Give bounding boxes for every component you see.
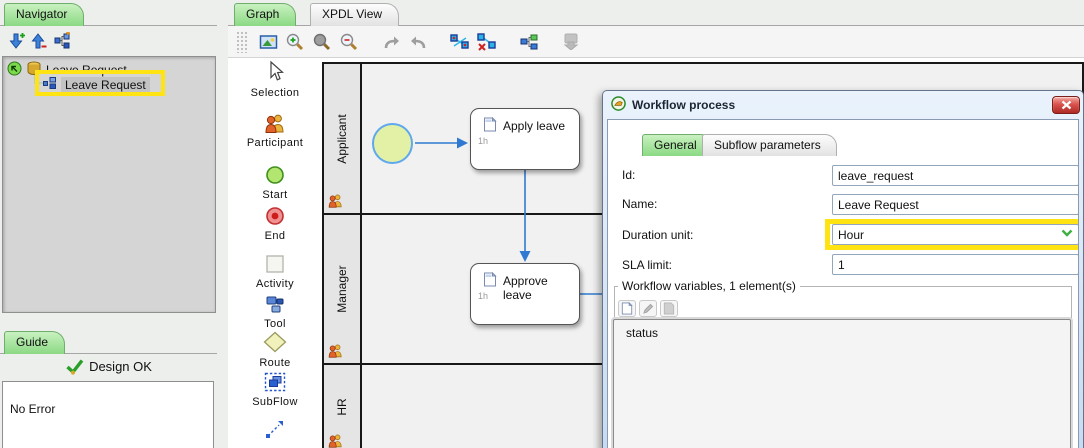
activity-duration: 1h (478, 136, 488, 146)
zoom-icon[interactable] (311, 31, 333, 53)
tree-root-label: Leave Request (46, 63, 127, 77)
activity-approve-leave[interactable]: Approve leave 1h (470, 263, 580, 325)
guide-message: No Error (3, 382, 213, 416)
sla-limit-label: SLA limit: (622, 258, 672, 272)
workflow-editor-app: Navigator Leave Request Leave Request Gu… (0, 0, 1084, 448)
dialog-titlebar[interactable]: Workflow process (611, 96, 735, 114)
zoom-in-icon[interactable] (284, 31, 306, 53)
tab-subflow-parameters[interactable]: Subflow parameters (702, 134, 837, 156)
tree-child-item[interactable]: Leave Request (43, 77, 150, 93)
activity-apply-leave[interactable]: Apply leave 1h (470, 108, 580, 170)
design-status: Design OK (0, 358, 217, 378)
document-icon (483, 117, 497, 135)
process-icon (43, 77, 57, 93)
dialog-body: General Subflow parameters Id: Name: Dur… (607, 119, 1079, 448)
overview-icon[interactable] (257, 31, 279, 53)
guide-tab[interactable]: Guide (4, 331, 65, 354)
add-transition-icon[interactable] (449, 31, 471, 53)
redo-icon (407, 31, 429, 53)
duration-unit-value: Hour (838, 228, 864, 242)
export-icon (560, 31, 582, 53)
undo-icon (380, 31, 402, 53)
remove-package-icon[interactable] (28, 30, 50, 52)
name-label: Name: (622, 197, 657, 211)
start-event[interactable] (372, 123, 413, 164)
variables-list[interactable]: status (613, 319, 1071, 448)
graph-toolbar (228, 26, 1084, 58)
navigator-tab[interactable]: Navigator (4, 3, 84, 26)
toolbar-grip[interactable] (236, 31, 247, 53)
remove-transition-icon[interactable] (476, 31, 498, 53)
document-icon (483, 272, 497, 290)
activity-duration: 1h (478, 291, 488, 301)
tree-view-icon[interactable] (52, 30, 74, 52)
id-field[interactable] (832, 165, 1079, 186)
dialog-title: Workflow process (632, 98, 735, 112)
activity-label: Approve leave (503, 274, 579, 302)
run-icon (7, 61, 22, 79)
add-package-icon[interactable] (6, 30, 28, 52)
close-icon[interactable] (1052, 96, 1080, 114)
app-icon (611, 96, 626, 114)
layout-tree-icon[interactable] (518, 31, 540, 53)
name-field[interactable] (832, 194, 1079, 215)
tab-xpdl-view[interactable]: XPDL View (310, 3, 399, 26)
sla-limit-field[interactable] (832, 254, 1079, 275)
duration-unit-select[interactable]: Hour (832, 224, 1079, 245)
zoom-out-icon[interactable] (338, 31, 360, 53)
id-label: Id: (622, 168, 635, 182)
tree-child-label[interactable]: Leave Request (61, 77, 150, 93)
delete-variable-icon (660, 300, 678, 317)
design-status-label: Design OK (89, 359, 152, 374)
tab-graph[interactable]: Graph (234, 3, 296, 26)
chevron-down-icon[interactable] (1060, 227, 1074, 242)
variable-item[interactable]: status (614, 320, 1070, 340)
edit-variable-icon (639, 300, 657, 317)
check-icon (65, 364, 84, 378)
project-tree: Leave Request Leave Request (2, 56, 216, 313)
variables-legend: Workflow variables, 1 element(s) (618, 279, 800, 293)
variables-toolbar (618, 300, 678, 317)
new-variable-icon[interactable] (618, 300, 636, 317)
guide-message-box: No Error (2, 381, 214, 448)
activity-label: Apply leave (503, 119, 565, 133)
workflow-process-dialog: Workflow process General Subflow paramet… (602, 90, 1084, 448)
duration-unit-label: Duration unit: (622, 228, 693, 242)
